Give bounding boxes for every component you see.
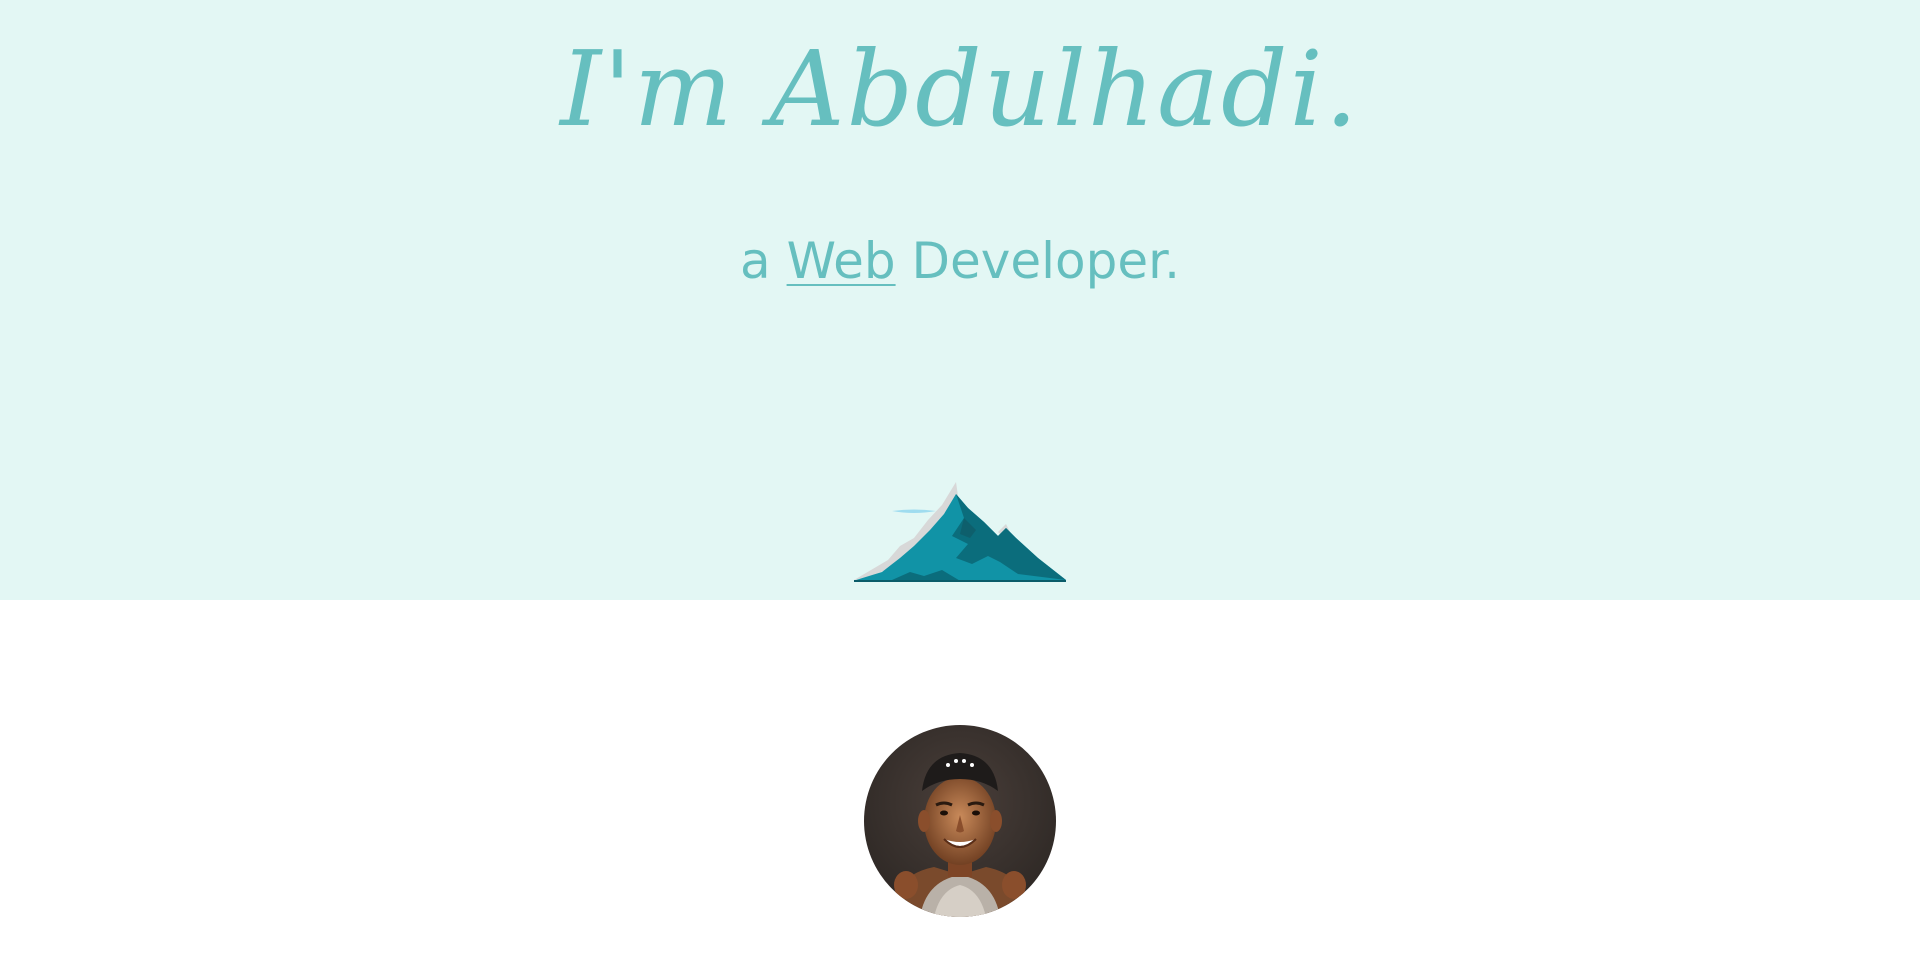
mountain-icon [854,482,1066,582]
subtitle-prefix: a [740,232,771,290]
hero-title: I'm Abdulhadi. [560,28,1360,150]
profile-avatar [864,725,1056,917]
hero-section: I'm Abdulhadi. a Web Developer. [0,0,1920,600]
subtitle-suffix: Developer. [911,232,1180,290]
subtitle-highlight: Web [786,232,896,290]
hero-subtitle: a Web Developer. [0,228,1920,294]
about-section [0,600,1920,972]
profile-photo-icon [864,725,1056,917]
